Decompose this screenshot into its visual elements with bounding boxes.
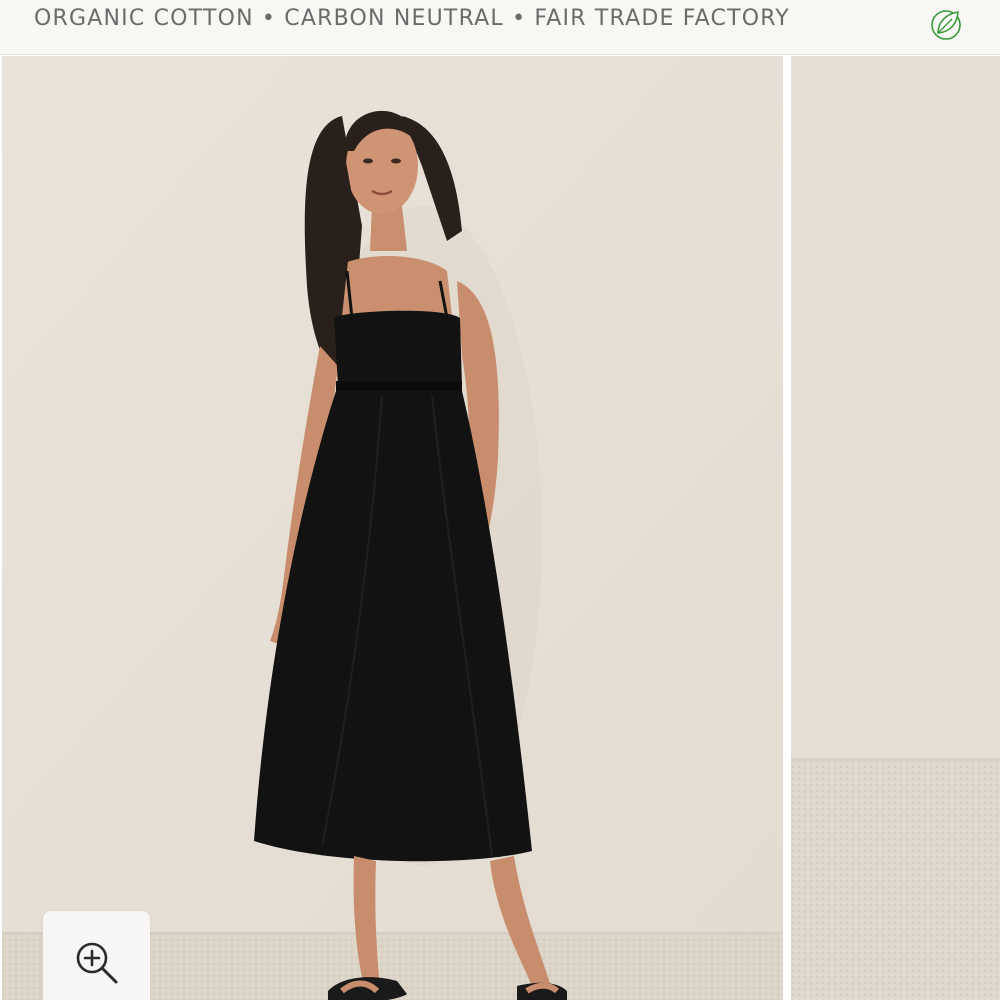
product-photo-next: [791, 56, 1000, 1000]
zoom-in-icon: [76, 942, 118, 984]
leaf-icon: [926, 4, 966, 44]
product-page: ORGANIC COTTON • CARBON NEUTRAL • FAIR T…: [0, 0, 1000, 1000]
product-image-gallery[interactable]: [0, 56, 1000, 1000]
zoom-button[interactable]: [43, 911, 150, 1000]
sustainability-banner: ORGANIC COTTON • CARBON NEUTRAL • FAIR T…: [0, 0, 1000, 55]
gallery-slide-main[interactable]: [2, 56, 783, 1000]
product-photo-model-black-dress: [2, 56, 783, 1000]
gallery-slide-next[interactable]: [791, 56, 1000, 1000]
banner-text: ORGANIC COTTON • CARBON NEUTRAL • FAIR T…: [34, 6, 790, 31]
